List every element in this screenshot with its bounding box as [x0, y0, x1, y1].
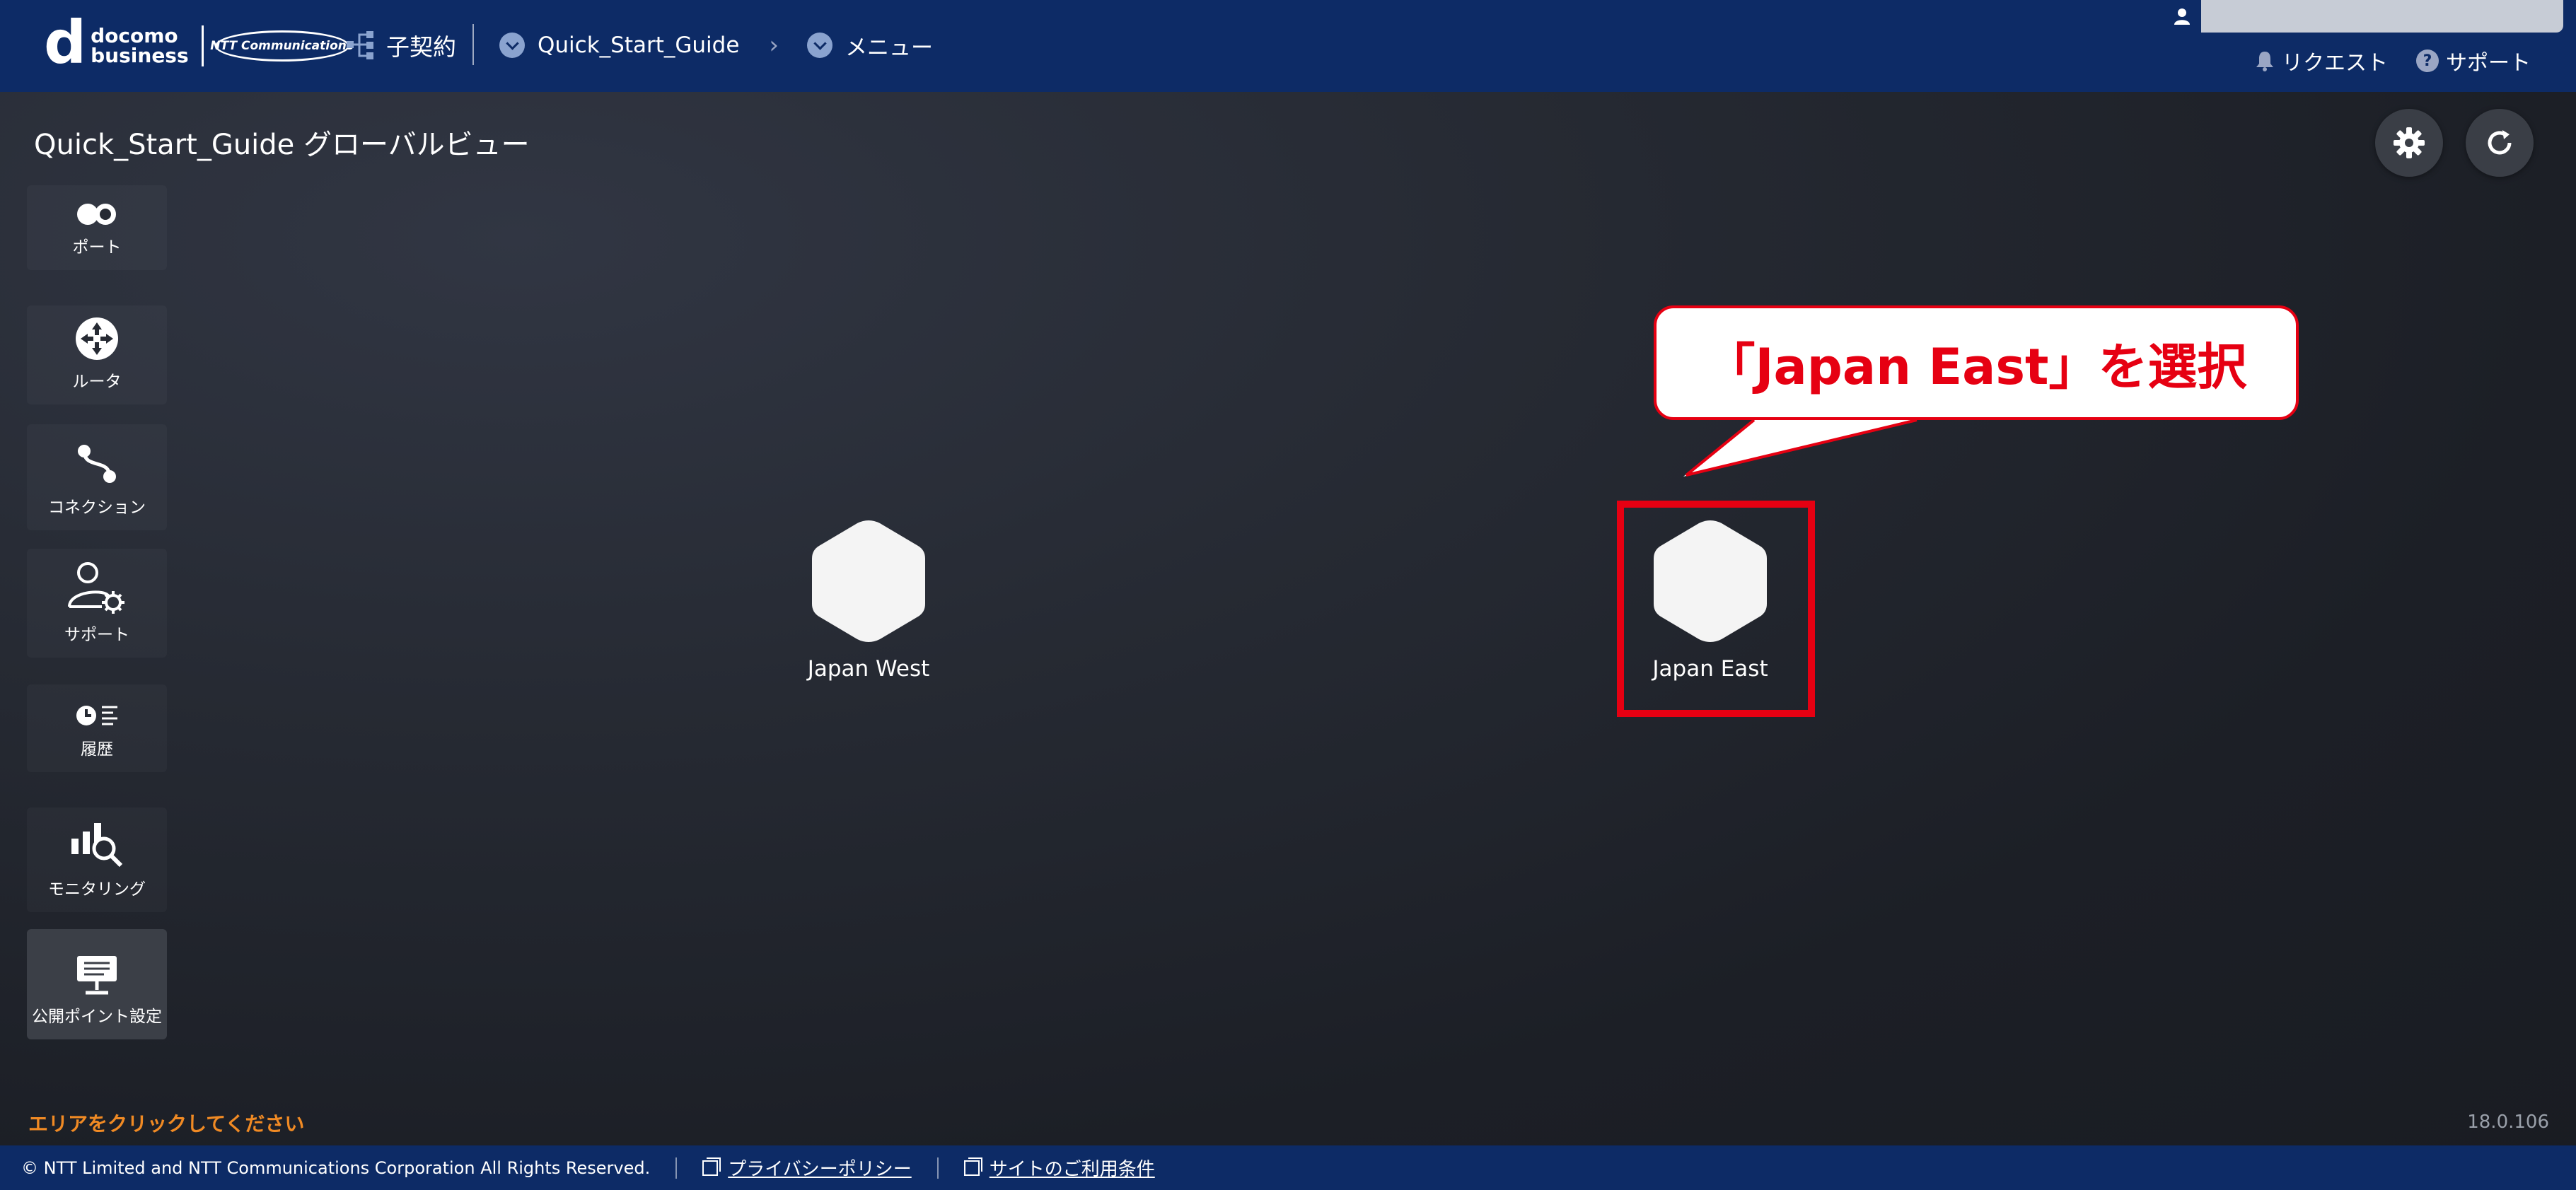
sub-contract-label: 子契約	[386, 33, 456, 61]
header-links: リクエスト ? サポート	[2255, 45, 2531, 76]
annotation-highlight-box	[1617, 501, 1815, 717]
bell-icon	[2256, 52, 2273, 71]
docomo-business-logo[interactable]: d docomo business NTT Communications	[44, 13, 354, 74]
request-link[interactable]: リクエスト	[2255, 45, 2388, 76]
logo-line1: docomo	[91, 24, 178, 47]
sidebar-item-label: ポート	[72, 238, 122, 257]
privacy-policy-link[interactable]: プライバシーポリシー	[702, 1155, 912, 1181]
gear-icon	[2394, 127, 2425, 158]
footer-divider	[936, 1157, 939, 1179]
history-icon	[75, 704, 119, 728]
annotation-callout: 「Japan East」を選択	[1654, 305, 2299, 420]
settings-button[interactable]	[2375, 109, 2443, 177]
chevron-down-icon	[807, 33, 833, 58]
footer-divider	[675, 1157, 678, 1179]
footer: © NTT Limited and NTT Communications Cor…	[0, 1145, 2576, 1190]
sidebar-item-history[interactable]: 履歴	[27, 684, 167, 772]
logo-text: docomo business	[91, 26, 189, 66]
header-divider	[472, 24, 474, 65]
logo-separator	[201, 25, 204, 66]
monitoring-icon	[70, 822, 124, 868]
chevron-down-icon	[499, 33, 525, 58]
user-account-menu[interactable]	[2163, 0, 2563, 33]
version-label: 18.0.106	[2467, 1112, 2549, 1133]
refresh-icon	[2488, 130, 2512, 155]
refresh-button[interactable]	[2466, 109, 2534, 177]
logo-line2: business	[91, 44, 189, 67]
request-label: リクエスト	[2282, 51, 2388, 76]
map-node-japan-west[interactable]: Japan West	[806, 516, 931, 682]
node-label: Japan West	[807, 656, 930, 682]
sub-contract-link[interactable]: 子契約	[345, 25, 456, 65]
ntt-communications-logo: NTT Communications	[210, 30, 354, 62]
support-link[interactable]: ? サポート	[2416, 45, 2531, 76]
sidebar-item-label: モニタリング	[48, 880, 146, 899]
chevron-right-icon: ›	[769, 31, 779, 59]
sidebar-item-label: 履歴	[81, 740, 113, 759]
privacy-label: プライバシーポリシー	[728, 1159, 912, 1180]
breadcrumb: Quick_Start_Guide › メニュー	[499, 25, 933, 65]
hierarchy-icon	[347, 31, 373, 59]
logo-letter: d	[44, 8, 87, 77]
callout-tail	[1683, 419, 1918, 477]
terms-label: サイトのご利用条件	[989, 1159, 1155, 1180]
sidebar-item-label: コネクション	[48, 498, 146, 517]
sidebar-item-connection[interactable]: コネクション	[27, 424, 167, 530]
support-label: サポート	[2446, 51, 2531, 76]
user-icon	[2163, 0, 2201, 33]
help-icon: ?	[2416, 49, 2439, 72]
page-title: Quick_Start_Guide グローバルビュー	[34, 129, 530, 161]
copyright-text: © NTT Limited and NTT Communications Cor…	[21, 1157, 651, 1178]
external-link-icon	[963, 1157, 982, 1176]
sidebar-item-port[interactable]: ポート	[27, 185, 167, 270]
breadcrumb-label: Quick_Start_Guide	[538, 33, 740, 58]
status-hint: エリアをクリックしてください	[28, 1112, 305, 1136]
connection-icon	[74, 441, 120, 486]
router-icon	[75, 317, 119, 361]
support-user-icon	[66, 560, 127, 614]
top-header: d docomo business NTT Communications 子契約…	[0, 0, 2576, 92]
external-link-icon	[702, 1157, 721, 1176]
sidebar-item-label: 公開ポイント設定	[32, 1008, 162, 1026]
breadcrumb-label: メニュー	[845, 35, 934, 61]
hexagon-icon	[812, 520, 925, 642]
sidebar-item-support[interactable]: サポート	[27, 549, 167, 658]
sidebar-item-public-point[interactable]: 公開ポイント設定	[27, 929, 167, 1039]
breadcrumb-item-quick-start-guide[interactable]: Quick_Start_Guide	[499, 33, 739, 58]
port-icon	[76, 202, 118, 226]
sidebar-item-monitoring[interactable]: モニタリング	[27, 807, 167, 912]
public-point-icon	[76, 955, 118, 996]
sidebar-item-label: ルータ	[72, 373, 122, 391]
sidebar-item-label: サポート	[64, 626, 129, 644]
breadcrumb-item-menu[interactable]: メニュー	[807, 30, 933, 62]
sidebar-item-router[interactable]: ルータ	[27, 305, 167, 404]
terms-of-use-link[interactable]: サイトのご利用条件	[963, 1155, 1155, 1181]
